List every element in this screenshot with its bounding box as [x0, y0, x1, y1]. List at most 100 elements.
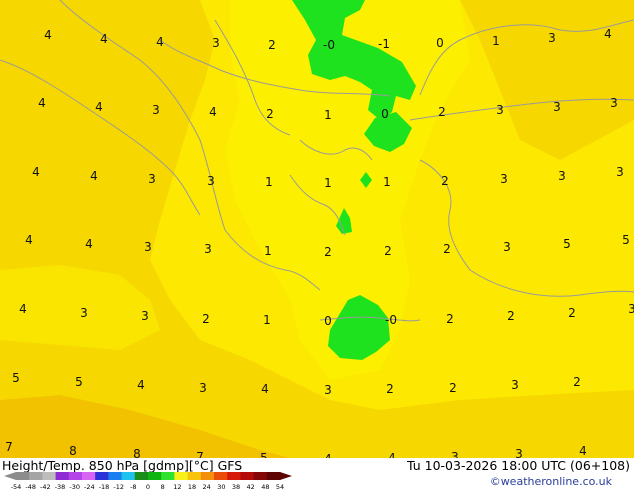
scale-tick-label: -38 — [55, 483, 66, 490]
temp-label: 3 — [212, 36, 220, 50]
temp-label: 3 — [496, 103, 504, 117]
temp-label: 2 — [568, 306, 576, 320]
scale-swatch — [240, 472, 254, 480]
temp-label: -1 — [378, 37, 390, 51]
forecast-datetime: Tu 10-03-2026 18:00 UTC (06+108) — [407, 458, 630, 473]
temp-label: 3 — [503, 240, 511, 254]
scale-tick-label: 42 — [247, 483, 255, 490]
temp-label: 4 — [85, 237, 93, 251]
temp-label: -0 — [323, 38, 335, 52]
scale-tick-label: 48 — [261, 483, 269, 490]
scale-swatch — [68, 472, 83, 480]
temp-label: 4 — [604, 27, 612, 41]
temp-label: 3 — [148, 172, 156, 186]
temp-label: 0 — [324, 314, 332, 328]
temp-label: 8 — [69, 444, 77, 458]
temp-label: 2 — [384, 244, 392, 258]
temp-label: 3 — [207, 174, 215, 188]
scale-tick-label: 0 — [146, 483, 150, 490]
temp-label: 4 — [90, 169, 98, 183]
temp-label: 1 — [264, 244, 272, 258]
temp-label: 4 — [95, 100, 103, 114]
temp-label: 2 — [446, 312, 454, 326]
scale-tick-label: 38 — [232, 483, 240, 490]
temp-label: 3 — [199, 381, 207, 395]
temp-label: 4 — [44, 28, 52, 42]
temp-label: 0 — [436, 36, 444, 50]
scale-swatch — [42, 472, 56, 480]
temp-label: 3 — [152, 103, 160, 117]
temperature-field-map — [0, 0, 634, 458]
scale-swatch — [121, 472, 136, 480]
temp-label: 4 — [137, 378, 145, 392]
temp-label: -0 — [385, 313, 397, 327]
scale-swatch — [266, 472, 281, 480]
copyright-text: ©weatheronline.co.uk — [489, 475, 612, 488]
temp-label: 4 — [100, 32, 108, 46]
scale-tick-label: 18 — [188, 483, 196, 490]
footer-bar: Height/Temp. 850 hPa [gdmp][°C] GFS Tu 1… — [0, 458, 634, 490]
scale-tick-label: 30 — [217, 483, 225, 490]
temp-label: 2 — [438, 105, 446, 119]
temp-label: 3 — [141, 309, 149, 323]
temp-label: 2 — [441, 174, 449, 188]
temp-label: 3 — [616, 165, 624, 179]
temp-label: 3 — [324, 383, 332, 397]
temp-label: 4 — [579, 444, 587, 458]
temp-label: 3 — [80, 306, 88, 320]
temp-label: 3 — [628, 302, 634, 316]
scale-swatch — [82, 472, 96, 480]
scale-arrow-left — [4, 472, 16, 480]
temp-label: 3 — [553, 100, 561, 114]
temp-label: 1 — [263, 313, 271, 327]
temp-label: 5 — [12, 371, 20, 385]
temp-label: 2 — [443, 242, 451, 256]
temp-label: 3 — [204, 242, 212, 256]
temp-label: 3 — [548, 31, 556, 45]
scale-tick-label: 12 — [173, 483, 181, 490]
scale-tick-label: -42 — [40, 483, 51, 490]
temp-label: 1 — [383, 175, 391, 189]
temp-label: 4 — [32, 165, 40, 179]
temp-label: 4 — [25, 233, 33, 247]
temp-label: 2 — [386, 382, 394, 396]
scale-tick-label: -18 — [99, 483, 110, 490]
temp-label: 3 — [144, 240, 152, 254]
scale-swatch — [161, 472, 175, 480]
temp-label: 3 — [558, 169, 566, 183]
temp-label: 4 — [156, 35, 164, 49]
scale-tick-label: -48 — [25, 483, 36, 490]
scale-swatch — [253, 472, 268, 480]
scale-tick-label: 24 — [203, 483, 211, 490]
temp-label: 4 — [19, 302, 27, 316]
temp-label: 2 — [268, 38, 276, 52]
temp-label: 3 — [500, 172, 508, 186]
temp-label: 2 — [573, 375, 581, 389]
temp-label: 3 — [511, 378, 519, 392]
scale-swatch — [134, 472, 149, 480]
scale-swatch — [174, 472, 188, 480]
scale-tick-label: 54 — [276, 483, 284, 490]
scale-swatch — [200, 472, 215, 480]
temp-label: 2 — [324, 245, 332, 259]
scale-tick-label: -12 — [113, 483, 124, 490]
temp-label: 3 — [610, 96, 618, 110]
temp-label: 1 — [324, 108, 332, 122]
color-scale-bar: -54 -48 -42 -38 -30 -24 -18 -12 -8 0 8 12 18 24 30 38 42… — [4, 472, 292, 490]
temp-label: 2 — [202, 312, 210, 326]
scale-swatch — [16, 472, 30, 480]
scale-tick-label: -54 — [11, 483, 22, 490]
map-panel: 4 4 4 3 2 -0 -1 0 1 3 4 4 4 3 4 2 1 0 2 … — [0, 0, 634, 466]
temp-label: 0 — [381, 107, 389, 121]
temp-label: 1 — [265, 175, 273, 189]
scale-swatch — [95, 472, 109, 480]
scale-arrow-right — [280, 472, 292, 480]
temp-label: 1 — [492, 34, 500, 48]
scale-tick-label: 8 — [161, 483, 165, 490]
temp-label: 5 — [75, 375, 83, 389]
scale-swatch — [55, 472, 70, 480]
scale-swatch — [187, 472, 202, 480]
temp-label: 2 — [266, 107, 274, 121]
temp-label: 7 — [5, 440, 13, 454]
temp-label: 4 — [38, 96, 46, 110]
